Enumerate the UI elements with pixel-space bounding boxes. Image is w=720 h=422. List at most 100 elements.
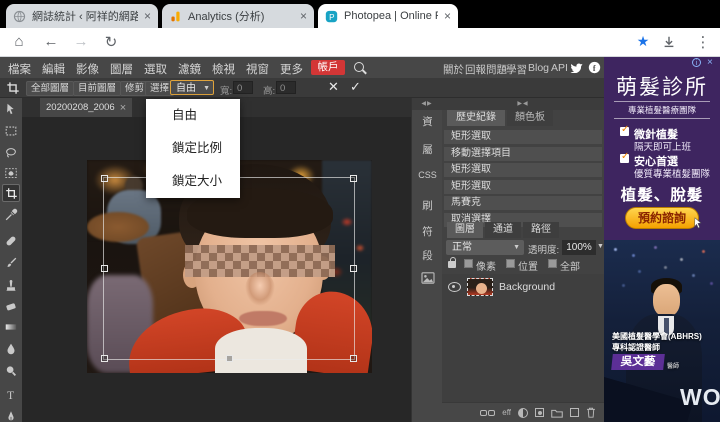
menu-item-fixed-ratio[interactable]: 鎖定比例 — [146, 132, 240, 165]
link-blog[interactable]: Blog — [528, 62, 549, 74]
cancel-crop-icon[interactable]: ✕ — [328, 79, 339, 95]
menu-select[interactable]: 選取 — [144, 61, 167, 77]
browser-tab-1[interactable]: 網誌統計 ‹ 阿祥的網路筆記本 - × — [6, 4, 158, 28]
healing-tool-icon[interactable] — [2, 232, 20, 250]
crop-handle[interactable] — [350, 175, 357, 182]
menu-item-free[interactable]: 自由 — [146, 99, 240, 132]
blend-mode-dropdown[interactable]: 正常 ▼ — [446, 240, 524, 255]
link-learn[interactable]: 學習 — [506, 62, 527, 77]
new-layer-icon[interactable] — [570, 408, 579, 417]
current-layer-button[interactable]: 目前圖層 — [73, 81, 122, 96]
ad-cta-button[interactable]: 預約諮詢 — [625, 207, 699, 229]
download-icon[interactable] — [662, 35, 676, 49]
document-close-icon[interactable]: × — [120, 102, 126, 114]
back-icon[interactable]: ← — [42, 33, 60, 50]
home-icon[interactable]: ⌂ — [10, 33, 28, 50]
tab-layers[interactable]: 圖層 — [447, 222, 483, 238]
opacity-caret-icon[interactable]: ▼ — [597, 243, 604, 250]
type-tool-icon[interactable]: T — [2, 386, 20, 404]
panel-strip-props[interactable]: 屬 — [412, 142, 443, 157]
tab-close-icon[interactable]: × — [144, 10, 151, 22]
panel-strip-brush[interactable]: 刷 — [412, 198, 443, 213]
gradient-tool-icon[interactable] — [2, 318, 20, 336]
tab-close-icon[interactable]: × — [444, 10, 451, 22]
panel-collapse-control[interactable]: ▶◀ — [442, 98, 604, 110]
menu-view[interactable]: 檢視 — [212, 61, 235, 77]
crop-handle[interactable] — [226, 355, 233, 362]
crop-handle[interactable] — [101, 355, 108, 362]
visibility-eye-icon[interactable] — [448, 282, 461, 292]
menu-edit[interactable]: 編輯 — [42, 61, 65, 77]
crop-handle[interactable] — [350, 355, 357, 362]
history-entry[interactable]: 矩形選取 — [444, 163, 602, 177]
tab-history[interactable]: 歷史紀錄 — [447, 110, 505, 126]
browser-tab-3-active[interactable]: P Photopea | Online Photo Edi × — [318, 4, 458, 28]
menu-file[interactable]: 檔案 — [8, 61, 31, 77]
panel-strip-info[interactable]: 資 — [412, 114, 443, 129]
group-folder-icon[interactable] — [551, 408, 563, 418]
object-selection-tool-icon[interactable] — [2, 164, 20, 182]
menu-layer[interactable]: 圖層 — [110, 61, 133, 77]
history-entry[interactable]: 馬賽克 — [444, 196, 602, 210]
tab-paths[interactable]: 路徑 — [523, 222, 559, 238]
move-tool-icon[interactable] — [2, 100, 20, 118]
facebook-icon[interactable]: f — [588, 61, 601, 74]
panel-strip-paragraph[interactable]: 段 — [412, 248, 443, 263]
account-button[interactable]: 帳戶 — [311, 60, 345, 75]
crop-mode-dropdown[interactable]: 自由 ▼ — [170, 80, 214, 95]
panel-strip-css[interactable]: CSS — [412, 170, 443, 180]
ad-info-icon[interactable]: i — [692, 58, 701, 67]
crop-handle[interactable] — [101, 265, 108, 272]
menu-image[interactable]: 影像 — [76, 61, 99, 77]
lock-pixels-checkbox[interactable] — [464, 259, 473, 268]
layer-thumbnail[interactable] — [467, 278, 493, 296]
reload-icon[interactable]: ↻ — [102, 33, 120, 51]
tab-close-icon[interactable]: × — [300, 10, 307, 22]
brush-tool-icon[interactable] — [2, 254, 20, 272]
forward-icon[interactable]: → — [72, 33, 90, 50]
layer-row-background[interactable]: Background — [442, 276, 604, 298]
adjustment-icon[interactable] — [518, 407, 528, 418]
width-input[interactable]: 0 — [233, 81, 253, 94]
effects-icon[interactable]: eff — [502, 408, 511, 417]
lock-all-checkbox[interactable] — [548, 259, 557, 268]
pen-tool-icon[interactable] — [2, 407, 20, 422]
panel-strip-character[interactable]: 符 — [412, 224, 443, 239]
mask-icon[interactable] — [535, 408, 544, 417]
history-entry[interactable]: 矩形選取 — [444, 179, 602, 194]
marquee-tool-icon[interactable] — [2, 122, 20, 140]
history-entry[interactable]: 矩形選取 — [444, 130, 602, 144]
ad-close-icon[interactable]: × — [707, 57, 713, 68]
link-report[interactable]: 回報問題 — [465, 62, 507, 77]
crop-tool-icon-selected[interactable] — [2, 184, 20, 202]
dodge-tool-icon[interactable] — [2, 362, 20, 380]
menu-item-fixed-size[interactable]: 鎖定大小 — [146, 165, 240, 198]
lock-position-checkbox[interactable] — [506, 259, 515, 268]
document-tab[interactable]: 20200208_2006 × — [40, 98, 133, 117]
eraser-tool-icon[interactable] — [2, 297, 20, 315]
ad-banner[interactable]: i × 萌髮診所 專業植髮醫療團隊 微針植髮 隔天即可上班 安心首選 優質專業植… — [604, 57, 720, 422]
height-input[interactable]: 0 — [276, 81, 296, 94]
tab-swatches[interactable]: 顏色板 — [507, 110, 553, 126]
menu-filter[interactable]: 濾鏡 — [178, 61, 201, 77]
lasso-tool-icon[interactable] — [2, 144, 20, 162]
delete-trash-icon[interactable] — [586, 407, 596, 418]
crop-selection-overlay[interactable] — [101, 175, 357, 362]
panel-collapse-control[interactable]: ◀▶ — [412, 98, 442, 110]
search-icon[interactable] — [354, 62, 364, 72]
link-about[interactable]: 關於 — [443, 62, 464, 77]
bookmark-star-icon[interactable]: ★ — [634, 33, 652, 50]
crop-handle[interactable] — [350, 265, 357, 272]
crop-handle[interactable] — [101, 175, 108, 182]
browser-tab-2[interactable]: Analytics (分析) × — [162, 4, 314, 28]
menu-more[interactable]: 更多 — [280, 61, 303, 77]
tab-channels[interactable]: 通道 — [485, 222, 521, 238]
image-panel-icon[interactable] — [421, 272, 435, 284]
browser-menu-icon[interactable]: ⋮ — [694, 33, 712, 51]
blur-tool-icon[interactable] — [2, 340, 20, 358]
twitter-icon[interactable] — [570, 62, 583, 73]
link-api[interactable]: API — [551, 62, 568, 74]
history-entry[interactable]: 移動選擇項目 — [444, 146, 602, 161]
eyedropper-tool-icon[interactable] — [2, 206, 20, 224]
all-layers-button[interactable]: 全部圖層 — [26, 81, 75, 96]
